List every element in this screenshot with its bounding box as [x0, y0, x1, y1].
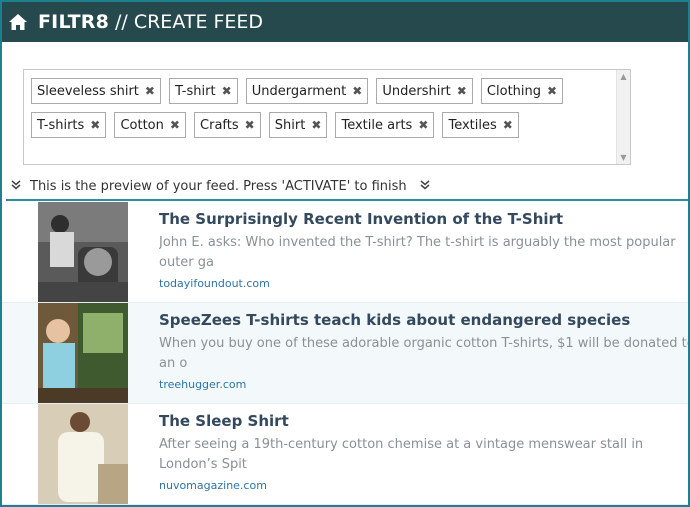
app-frame: FILTR8 // CREATE FEED Sleeveless shirt ✖ …: [0, 0, 690, 507]
remove-tag-icon[interactable]: ✖: [503, 118, 513, 132]
tag-label: Textiles: [448, 117, 497, 133]
remove-tag-icon[interactable]: ✖: [547, 84, 557, 98]
feed-item[interactable]: The Sleep Shirt After seeing a 19th-cent…: [2, 404, 688, 505]
chevron-down-icon[interactable]: [10, 179, 22, 193]
feed-item-description: When you buy one of these adorable organ…: [159, 336, 688, 371]
feed-item-title[interactable]: SpeeZees T-shirts teach kids about endan…: [159, 311, 688, 329]
feed-item-source-link[interactable]: todayifoundout.com: [159, 277, 270, 290]
remove-tag-icon[interactable]: ✖: [352, 84, 362, 98]
tag-chip: Sleeveless shirt ✖: [31, 78, 161, 104]
tag-label: Clothing: [486, 83, 542, 99]
tag-label: Undershirt: [382, 83, 451, 99]
tag-chip: Shirt ✖: [268, 112, 328, 138]
feed-item-thumbnail[interactable]: [38, 404, 128, 504]
tag-chip: Crafts ✖: [194, 112, 261, 138]
tag-chip: Clothing ✖: [480, 78, 564, 104]
feed-item-thumbnail[interactable]: [38, 202, 128, 302]
page-title: CREATE FEED: [133, 11, 264, 33]
feed-item[interactable]: SpeeZees T-shirts teach kids about endan…: [2, 303, 688, 404]
preview-notice: This is the preview of your feed. Press …: [10, 176, 431, 196]
tag-chip: T-shirts ✖: [31, 112, 107, 138]
tag-chip: Cotton ✖: [114, 112, 186, 138]
tag-label: Textile arts: [341, 117, 413, 133]
feed-item-description: John E. asks: Who invented the T-shirt? …: [159, 235, 676, 270]
remove-tag-icon[interactable]: ✖: [90, 118, 100, 132]
tag-chip: T-shirt ✖: [169, 78, 238, 104]
tagbox-scrollbar[interactable]: ▲ ▼: [616, 70, 630, 164]
tag-label: T-shirts: [37, 117, 85, 133]
feed-item-description: After seeing a 19th-century cotton chemi…: [159, 437, 644, 472]
tag-input-box[interactable]: Sleeveless shirt ✖ T-shirt ✖ Undergarment ✖…: [23, 69, 631, 165]
tag-chip: Undergarment ✖: [245, 78, 369, 104]
tag-label: Cotton: [120, 117, 164, 133]
scroll-down-arrow-icon[interactable]: ▼: [617, 151, 630, 164]
tag-chip: Textiles ✖: [442, 112, 519, 138]
feed-item-title[interactable]: The Surprisingly Recent Invention of the…: [159, 210, 688, 228]
remove-tag-icon[interactable]: ✖: [457, 84, 467, 98]
preview-divider: [6, 199, 688, 201]
remove-tag-icon[interactable]: ✖: [222, 84, 232, 98]
top-header: FILTR8 // CREATE FEED: [2, 2, 688, 42]
brand-logo[interactable]: FILTR8: [38, 11, 109, 33]
tag-chip: Textile arts ✖: [335, 112, 435, 138]
preview-message: This is the preview of your feed. Press …: [30, 178, 407, 194]
title-separator: //: [115, 11, 128, 33]
tag-label: Shirt: [274, 117, 306, 133]
home-icon[interactable]: [8, 13, 28, 31]
remove-tag-icon[interactable]: ✖: [418, 118, 428, 132]
chevron-down-icon[interactable]: [419, 179, 431, 193]
remove-tag-icon[interactable]: ✖: [311, 118, 321, 132]
remove-tag-icon[interactable]: ✖: [170, 118, 180, 132]
feed-item-thumbnail[interactable]: [38, 303, 128, 403]
remove-tag-icon[interactable]: ✖: [145, 84, 155, 98]
feed-item-title[interactable]: The Sleep Shirt: [159, 412, 688, 430]
feed-item-source-link[interactable]: nuvomagazine.com: [159, 479, 267, 492]
tag-label: Undergarment: [251, 83, 347, 99]
tag-list: Sleeveless shirt ✖ T-shirt ✖ Undergarment ✖…: [31, 78, 611, 146]
scroll-up-arrow-icon[interactable]: ▲: [617, 70, 630, 83]
remove-tag-icon[interactable]: ✖: [245, 118, 255, 132]
feed-item-source-link[interactable]: treehugger.com: [159, 378, 246, 391]
feed-list: The Surprisingly Recent Invention of the…: [2, 202, 688, 505]
feed-item[interactable]: The Surprisingly Recent Invention of the…: [2, 202, 688, 303]
tag-label: Sleeveless shirt: [37, 83, 139, 99]
tag-chip: Undershirt ✖: [376, 78, 473, 104]
tag-label: Crafts: [200, 117, 239, 133]
tag-label: T-shirt: [175, 83, 216, 99]
